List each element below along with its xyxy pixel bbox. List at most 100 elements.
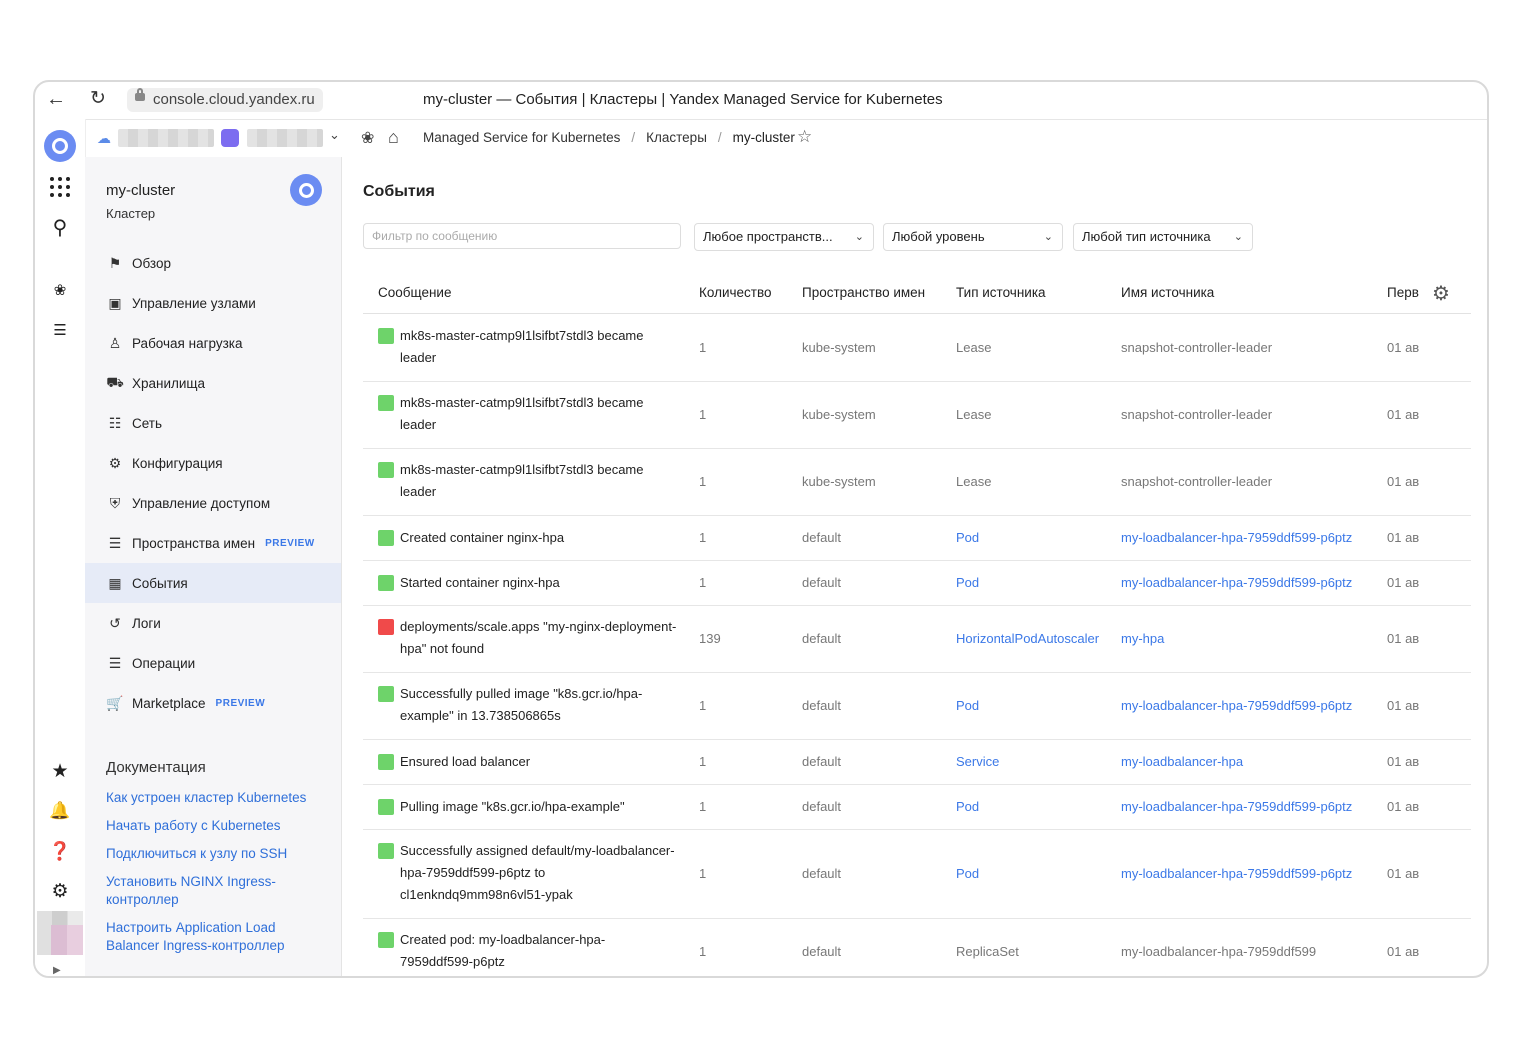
event-source-name[interactable]: my-hpa [1121, 605, 1164, 672]
database-icon: ⛟ [106, 373, 124, 390]
cloud-selector[interactable] [118, 129, 214, 147]
message-filter-input[interactable] [363, 223, 681, 249]
services-grid-icon[interactable] [43, 170, 77, 204]
sidebar-item-network[interactable]: ☷ Сеть [85, 403, 341, 443]
event-source-type[interactable]: Pod [956, 672, 979, 739]
folder-icon [221, 129, 239, 147]
sidebar-item-configuration[interactable]: ⚙ Конфигурация [85, 443, 341, 483]
table-row[interactable]: Successfully assigned default/my-loadbal… [363, 829, 1471, 919]
search-icon[interactable]: ⚲ [43, 210, 77, 244]
browser-bar: ← ↻ console.cloud.yandex.ru my-cluster —… [35, 82, 1487, 120]
notifications-bell-icon[interactable]: 🔔 [43, 794, 77, 828]
table-row[interactable]: Created container nginx-hpa 1 default Pod my… [363, 515, 1471, 561]
doc-link-getting-started[interactable]: Начать работу с Kubernetes [106, 817, 316, 835]
folder-selector[interactable] [247, 129, 323, 147]
kubernetes-service-icon[interactable]: ❀ [43, 273, 77, 307]
sidebar-item-logs[interactable]: ↺ Логи [85, 603, 341, 643]
event-namespace: default [802, 631, 842, 646]
table-row[interactable]: mk8s-master-catmp9l1lsifbt7stdl3 became … [363, 314, 1471, 382]
sidebar-item-events[interactable]: ▦ События [85, 563, 341, 603]
event-source-name[interactable]: my-loadbalancer-hpa-7959ddf599-p6ptz [1121, 515, 1352, 560]
table-row[interactable]: Ensured load balancer 1 default Service my-l… [363, 739, 1471, 785]
level-indicator [378, 395, 394, 411]
table-settings-gear-icon[interactable]: ⚙ [1432, 281, 1450, 306]
doc-link-nginx-ingress[interactable]: Установить NGINX Ingress-контроллер [106, 873, 286, 909]
avatar[interactable] [37, 911, 83, 955]
event-source-name[interactable]: my-loadbalancer-hpa-7959ddf599-p6ptz [1121, 672, 1352, 739]
help-icon[interactable]: ❓ [43, 834, 77, 868]
table-row[interactable]: mk8s-master-catmp9l1lsifbt7stdl3 became … [363, 448, 1471, 516]
event-source-name[interactable]: my-loadbalancer-hpa-7959ddf599-p6ptz [1121, 829, 1352, 918]
chevron-down-icon: ⌄ [1233, 231, 1243, 243]
service-hub-icon[interactable]: ❀ [361, 128, 374, 148]
sidebar-item-label: Операции [132, 655, 196, 671]
doc-link-ssh[interactable]: Подключиться к узлу по SSH [106, 845, 316, 863]
sidebar-item-nodes[interactable]: ▣ Управление узлами [85, 283, 341, 323]
event-source-name[interactable]: my-loadbalancer-hpa-7959ddf599-p6ptz [1121, 784, 1352, 829]
sidebar-item-overview[interactable]: ⚑ Обзор [85, 243, 341, 283]
column-message[interactable]: Сообщение [378, 285, 451, 300]
sidebar-item-access[interactable]: ⛨ Управление доступом [85, 483, 341, 523]
chevron-down-icon[interactable]: ⌄ [329, 127, 340, 143]
home-icon[interactable]: ⌂ [388, 127, 399, 148]
namespace-select[interactable]: Любое пространств... ⌄ [694, 223, 874, 251]
source-type-select[interactable]: Любой тип источника ⌄ [1073, 223, 1253, 251]
table-row[interactable]: Started container nginx-hpa 1 default Pod my… [363, 560, 1471, 606]
breadcrumb-clusters[interactable]: Кластеры [646, 130, 707, 145]
sidebar-item-marketplace[interactable]: 🛒 Marketplace PREVIEW [85, 683, 341, 723]
sidebar-item-workload[interactable]: ♙ Рабочая нагрузка [85, 323, 341, 363]
address-bar[interactable]: console.cloud.yandex.ru [127, 88, 323, 112]
event-namespace: default [802, 944, 842, 959]
event-message-cell: Created container nginx-hpa [378, 515, 678, 560]
browser-window: ← ↻ console.cloud.yandex.ru my-cluster —… [33, 80, 1489, 978]
event-source-type[interactable]: Pod [956, 829, 979, 918]
event-source-type[interactable]: Pod [956, 515, 979, 560]
favorite-star-icon[interactable]: ☆ [797, 127, 812, 147]
level-indicator [378, 753, 394, 770]
event-first-seen: 01 ав [1387, 754, 1420, 769]
breadcrumb-service[interactable]: Managed Service for Kubernetes [423, 130, 620, 145]
event-source-type: ReplicaSet [956, 944, 1019, 959]
event-namespace: default [802, 530, 842, 545]
level-select[interactable]: Любой уровень ⌄ [883, 223, 1063, 251]
event-count: 1 [699, 799, 707, 814]
event-source-type[interactable]: Service [956, 739, 999, 784]
sidebar-item-storage[interactable]: ⛟ Хранилища [85, 363, 341, 403]
event-message: Created container nginx-hpa [400, 529, 565, 545]
column-count[interactable]: Количество [699, 285, 772, 300]
expand-rail-icon[interactable]: ▶ [53, 965, 61, 976]
doc-link-alb-ingress[interactable]: Настроить Application Load Balancer Ingr… [106, 919, 286, 955]
level-indicator [378, 686, 394, 702]
settings-gear-icon[interactable]: ⚙ [43, 874, 77, 908]
sidebar-item-namespaces[interactable]: ☰ Пространства имен PREVIEW [85, 523, 341, 563]
event-message-cell: mk8s-master-catmp9l1lsifbt7stdl3 became … [378, 381, 678, 448]
back-arrow-icon[interactable]: ← [45, 88, 67, 110]
layers-icon: ☰ [108, 534, 122, 551]
level-indicator [378, 529, 394, 546]
favorites-star-icon[interactable]: ★ [43, 754, 77, 788]
event-message-cell: Created pod: my-loadbalancer-hpa-7959ddf… [378, 918, 678, 976]
column-source-name[interactable]: Имя источника [1121, 285, 1214, 300]
table-row[interactable]: Pulling image "k8s.gcr.io/hpa-example" 1 d… [363, 784, 1471, 830]
event-count: 1 [699, 754, 707, 769]
event-namespace: kube-system [802, 407, 876, 422]
event-source-type[interactable]: Pod [956, 560, 979, 605]
reload-icon[interactable]: ↻ [87, 88, 109, 110]
operations-list-icon[interactable]: ☰ [43, 313, 77, 347]
table-row[interactable]: deployments/scale.apps "my-nginx-deploym… [363, 605, 1471, 673]
table-row[interactable]: Created pod: my-loadbalancer-hpa-7959ddf… [363, 918, 1471, 976]
doc-link-cluster-structure[interactable]: Как устроен кластер Kubernetes [106, 789, 316, 807]
table-row[interactable]: mk8s-master-catmp9l1lsifbt7stdl3 became … [363, 381, 1471, 449]
events-page: События Любое пространств... ⌄ Любой уро… [342, 157, 1487, 976]
yandex-cloud-logo-icon[interactable] [44, 130, 76, 162]
column-source-type[interactable]: Тип источника [956, 285, 1046, 300]
column-first-seen[interactable]: Перв [1387, 285, 1419, 300]
table-row[interactable]: Successfully pulled image "k8s.gcr.io/hp… [363, 672, 1471, 740]
event-source-type[interactable]: HorizontalPodAutoscaler [956, 605, 1099, 672]
event-source-name[interactable]: my-loadbalancer-hpa-7959ddf599-p6ptz [1121, 560, 1352, 605]
event-source-name[interactable]: my-loadbalancer-hpa [1121, 739, 1243, 784]
column-namespace[interactable]: Пространство имен [802, 285, 925, 300]
sidebar-item-operations[interactable]: ☰ Операции [85, 643, 341, 683]
lock-icon [135, 88, 145, 101]
event-source-type[interactable]: Pod [956, 784, 979, 829]
